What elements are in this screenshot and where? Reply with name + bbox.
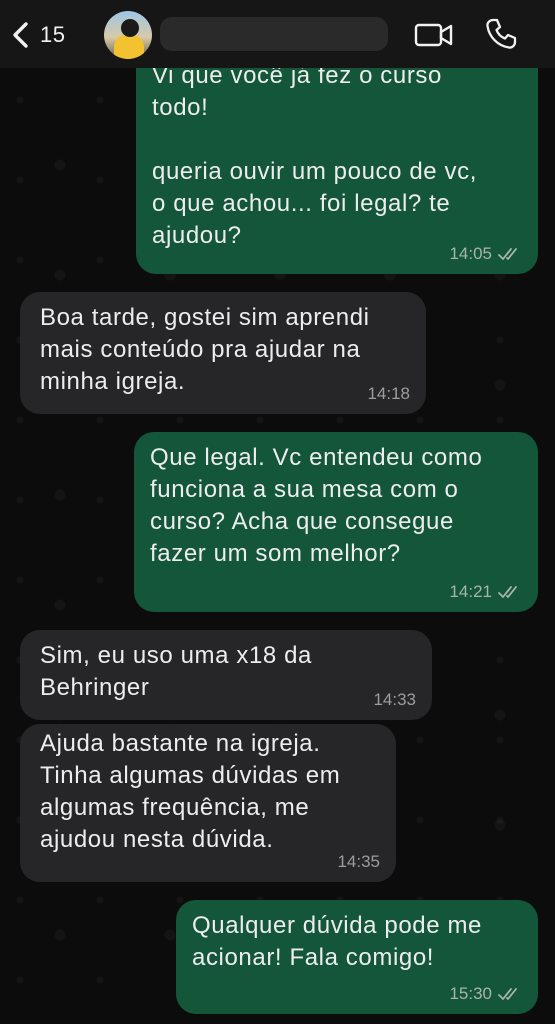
message-time: 14:33	[373, 690, 416, 709]
message-bubble-incoming[interactable]: Ajuda bastante na igreja. Tinha algumas …	[20, 724, 396, 882]
message-text: Boa tarde, gostei sim aprendi mais conte…	[40, 304, 370, 395]
back-chevron-icon	[13, 22, 28, 48]
message-time: 14:35	[337, 852, 380, 871]
contact-name-redacted[interactable]	[160, 17, 388, 51]
double-check-icon	[498, 586, 517, 598]
message-time: 14:05	[449, 244, 492, 263]
message-bubble-incoming[interactable]: Sim, eu uso uma x18 da Behringer 14:33	[20, 630, 432, 720]
message-meta: 14:21	[449, 582, 522, 602]
message-meta: 14:18	[367, 384, 410, 404]
video-call-icon[interactable]	[414, 20, 454, 50]
message-meta: 14:33	[373, 690, 416, 710]
message-text: Ajuda bastante na igreja. Tinha algumas …	[40, 730, 341, 853]
contact-avatar[interactable]	[104, 11, 152, 59]
message-meta: 14:05	[449, 244, 522, 264]
message-bubble-outgoing[interactable]: Qualquer dúvida pode me acionar! Fala co…	[176, 900, 538, 1014]
message-meta: 14:35	[337, 852, 380, 872]
chat-header: 15	[0, 0, 555, 68]
message-time: 14:21	[449, 582, 492, 601]
double-check-icon	[498, 988, 517, 1000]
message-bubble-outgoing[interactable]: Vi que você já fez o curso todo! queria …	[136, 36, 538, 274]
back-button[interactable]: 15	[10, 16, 65, 54]
message-time: 14:18	[367, 384, 410, 403]
message-bubble-incoming[interactable]: Boa tarde, gostei sim aprendi mais conte…	[20, 292, 426, 414]
message-bubble-outgoing[interactable]: Que legal. Vc entendeu como funciona a s…	[134, 432, 538, 612]
message-text: Vi que você já fez o curso todo! queria …	[152, 62, 477, 249]
voice-call-icon[interactable]	[484, 17, 518, 51]
message-text: Que legal. Vc entendeu como funciona a s…	[150, 444, 483, 567]
unread-count: 15	[40, 22, 66, 47]
message-time: 15:30	[449, 984, 492, 1003]
double-check-icon	[498, 248, 517, 260]
message-text: Qualquer dúvida pode me acionar! Fala co…	[192, 912, 482, 971]
message-meta: 15:30	[449, 984, 522, 1004]
message-text: Sim, eu uso uma x18 da Behringer	[40, 642, 313, 701]
